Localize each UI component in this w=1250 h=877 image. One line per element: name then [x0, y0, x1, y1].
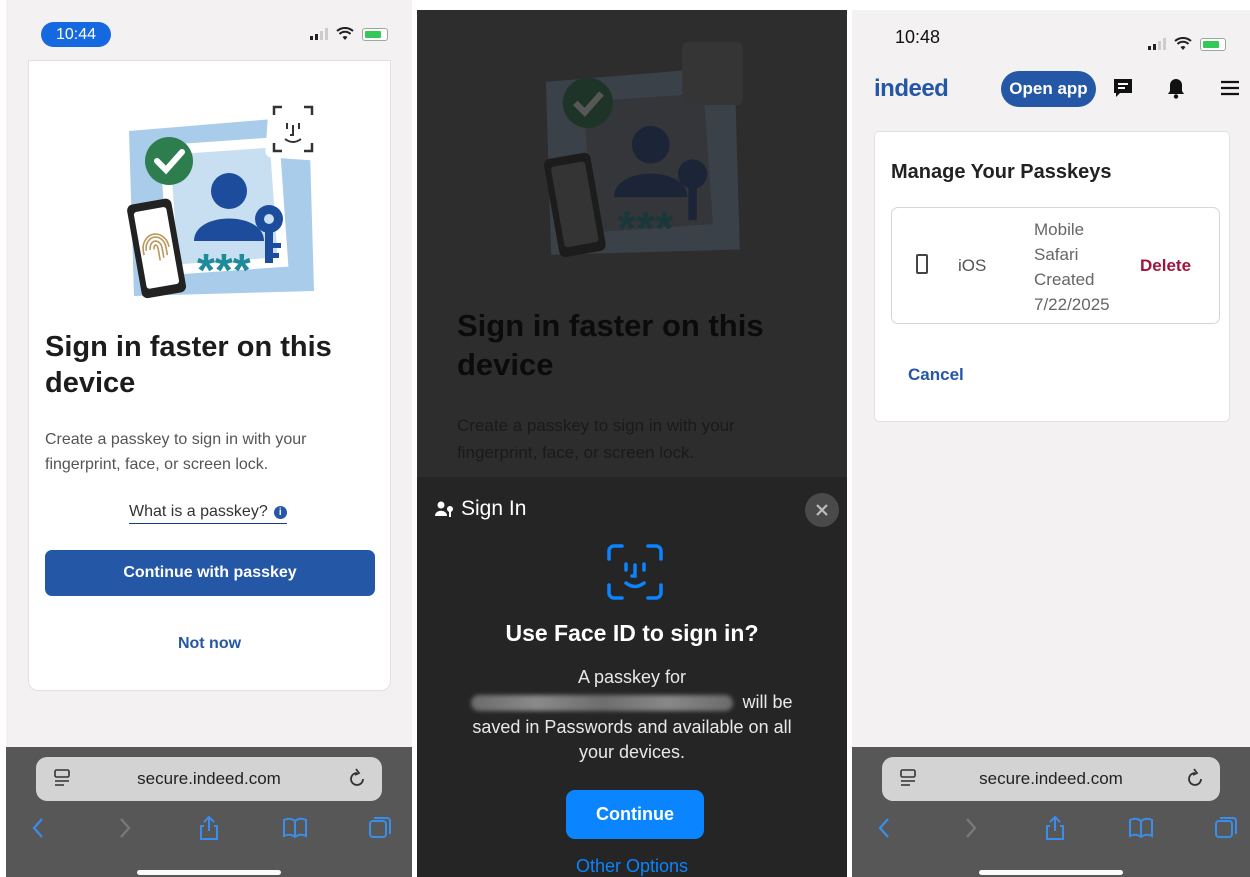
- phone-icon: [916, 254, 928, 274]
- passkey-details: Mobile Safari Created 7/22/2025: [1034, 217, 1110, 317]
- status-time: 10:44: [41, 22, 111, 47]
- wifi-icon: [1174, 37, 1192, 50]
- passkey-created-label: Created: [1034, 270, 1095, 289]
- back-icon[interactable]: [26, 815, 52, 841]
- delete-passkey-button[interactable]: Delete: [1140, 256, 1191, 276]
- open-app-button[interactable]: Open app: [1001, 71, 1096, 107]
- dimmed-page-title: Sign in faster on this device: [457, 308, 764, 382]
- sheet-header-label: Sign In: [461, 497, 527, 520]
- passkey-browser-line2: Safari: [1034, 245, 1079, 264]
- url-text: secure.indeed.com: [979, 769, 1123, 788]
- passkey-platform: iOS: [958, 256, 987, 275]
- passkey-row: iOS Mobile Safari Created 7/22/2025 Dele…: [891, 207, 1220, 324]
- passkey-created-date: 7/22/2025: [1034, 295, 1110, 314]
- wifi-icon: [336, 27, 354, 40]
- face-id-icon: [607, 544, 663, 600]
- dimmed-description: Create a passkey to sign in with your fi…: [457, 416, 735, 462]
- sheet-body-pre: A passkey for: [577, 667, 687, 687]
- svg-text:***: ***: [197, 244, 251, 296]
- signal-icon: [1148, 38, 1166, 50]
- passkey-browser-line1: Mobile: [1034, 220, 1085, 239]
- safari-toolbar: secure.indeed.com: [6, 747, 412, 877]
- tabs-overview-icon[interactable]: [1213, 815, 1239, 841]
- not-now-link[interactable]: Not now: [29, 635, 390, 653]
- bookmarks-icon[interactable]: [282, 815, 308, 841]
- sheet-title: Use Face ID to sign in?: [505, 620, 759, 646]
- close-icon: [816, 504, 828, 516]
- person-key-icon: [435, 501, 453, 517]
- passkey-illustration: ***: [127, 99, 319, 299]
- card-title: Manage Your Passkeys: [891, 161, 1112, 183]
- share-icon[interactable]: [196, 815, 222, 841]
- menu-icon[interactable]: [1219, 77, 1241, 99]
- passkey-card: *** Sign in faster on this device Create…: [28, 60, 391, 691]
- other-options-link[interactable]: Other Options: [417, 856, 847, 877]
- continue-with-passkey-button[interactable]: Continue with passkey: [45, 550, 375, 596]
- forward-icon[interactable]: [111, 815, 137, 841]
- description: Create a passkey to sign in with your fi…: [45, 431, 307, 473]
- redacted-email: [471, 695, 734, 712]
- battery-icon: [362, 27, 388, 41]
- dimmed-background: *** Sign in faster on this device Create…: [417, 10, 847, 477]
- share-icon[interactable]: [1042, 815, 1068, 841]
- close-button[interactable]: [805, 493, 839, 527]
- home-indicator: [137, 870, 281, 875]
- sheet-body: A passkey for will be saved in Passwords…: [457, 665, 807, 765]
- page-title: Sign in faster on this device: [45, 331, 332, 399]
- tabs-overview-icon[interactable]: [367, 815, 393, 841]
- bell-icon[interactable]: [1165, 77, 1187, 99]
- status-bar: 10:44: [6, 0, 412, 55]
- indeed-logo[interactable]: indeed: [874, 75, 949, 103]
- battery-icon: [1200, 37, 1226, 51]
- address-bar[interactable]: secure.indeed.com: [36, 757, 382, 801]
- back-icon[interactable]: [872, 815, 898, 841]
- what-is-passkey-label: What is a passkey?: [129, 503, 268, 520]
- cancel-link[interactable]: Cancel: [908, 365, 964, 385]
- screen-passkey-prompt: 10:44 *** Sign in faster on this device …: [6, 0, 412, 877]
- continue-button[interactable]: Continue: [566, 790, 704, 839]
- reload-icon[interactable]: [1186, 768, 1204, 788]
- manage-passkeys-card: Manage Your Passkeys iOS Mobile Safari C…: [874, 131, 1230, 422]
- status-time: 10:48: [895, 27, 941, 47]
- sheet-header: Sign In: [435, 497, 526, 521]
- safari-toolbar: secure.indeed.com: [852, 747, 1250, 877]
- reload-icon[interactable]: [348, 768, 366, 788]
- info-icon: i: [273, 505, 287, 519]
- signal-icon: [310, 28, 328, 40]
- screen-manage-passkeys: 10:48 indeed Open app Manage Your Passke…: [852, 10, 1250, 877]
- face-id-sheet: Sign In Use Face ID to sign in? A passke…: [417, 477, 847, 877]
- bookmarks-icon[interactable]: [1128, 815, 1154, 841]
- address-bar[interactable]: secure.indeed.com: [882, 757, 1220, 801]
- passkey-illustration-dimmed: ***: [543, 42, 743, 258]
- status-bar: 10:48: [852, 10, 1250, 65]
- url-text: secure.indeed.com: [137, 769, 281, 788]
- home-indicator: [979, 870, 1123, 875]
- what-is-passkey-link[interactable]: What is a passkey? i: [129, 503, 287, 524]
- forward-icon[interactable]: [957, 815, 983, 841]
- indeed-header: indeed Open app: [852, 65, 1250, 115]
- svg-text:***: ***: [617, 201, 674, 255]
- messages-icon[interactable]: [1112, 77, 1134, 99]
- screen-face-id-sheet: *** Sign in faster on this device Create…: [417, 10, 847, 877]
